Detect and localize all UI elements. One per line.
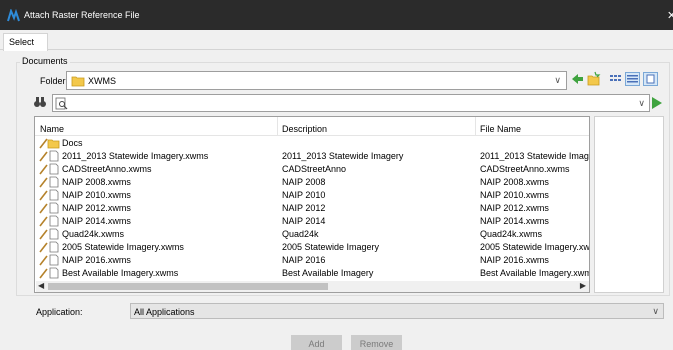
horizontal-scrollbar[interactable]: ◀ ▶ — [36, 281, 589, 292]
documents-group-label: Documents — [20, 56, 70, 66]
item-description: 2005 Statewide Imagery — [282, 242, 380, 252]
item-name: NAIP 2014.xwms — [62, 216, 131, 226]
item-description: Best Available Imagery — [282, 268, 374, 278]
item-file-name: 2005 Statewide Imagery.xwm — [480, 242, 590, 252]
new-folder-icon[interactable] — [586, 71, 601, 87]
application-combobox[interactable]: All Applications ∨ — [130, 303, 664, 319]
column-header-description[interactable]: Description — [282, 124, 327, 134]
tab-select[interactable]: Select — [3, 33, 48, 51]
item-name: Quad24k.xwms — [62, 229, 125, 239]
file-icon — [39, 228, 59, 240]
chevron-down-icon[interactable]: ∨ — [638, 98, 645, 109]
title-bar: Attach Raster Reference File ✕ — [0, 0, 673, 30]
scroll-left-icon[interactable]: ◀ — [38, 281, 44, 290]
file-icon — [39, 189, 59, 201]
item-description: NAIP 2016 — [282, 255, 326, 265]
item-name: Docs — [62, 138, 83, 148]
list-item[interactable]: 2011_2013 Statewide Imagery.xwms 2011_20… — [35, 150, 590, 162]
scrollbar-thumb[interactable] — [48, 283, 328, 290]
column-divider[interactable] — [475, 117, 476, 136]
chevron-down-icon[interactable]: ∨ — [652, 306, 659, 317]
item-file-name: 2011_2013 Statewide Imagery — [480, 151, 590, 161]
item-file-name: NAIP 2008.xwms — [480, 177, 549, 187]
item-file-name: CADStreetAnno.xwms — [480, 164, 570, 174]
scroll-right-icon[interactable]: ▶ — [580, 281, 586, 290]
search-icon — [55, 97, 68, 110]
folder-combobox[interactable]: XWMS ∨ — [66, 71, 567, 90]
item-description: Quad24k — [282, 229, 319, 239]
folder-icon — [71, 76, 85, 87]
details-view-icon[interactable] — [625, 71, 640, 87]
list-item[interactable]: Best Available Imagery.xwms Best Availab… — [35, 267, 590, 279]
column-header-name[interactable]: Name — [40, 124, 64, 134]
file-icon — [39, 254, 59, 266]
item-file-name: NAIP 2014.xwms — [480, 216, 549, 226]
preview-icon[interactable] — [643, 71, 658, 87]
file-icon — [39, 150, 59, 162]
file-icon — [39, 176, 59, 188]
item-name: Best Available Imagery.xwms — [62, 268, 179, 278]
add-button[interactable]: Add — [291, 335, 342, 350]
folder-value: XWMS — [88, 76, 116, 86]
item-file-name: Best Available Imagery.xwms — [480, 268, 590, 278]
item-file-name: NAIP 2012.xwms — [480, 203, 549, 213]
file-icon — [39, 267, 59, 279]
search-combobox[interactable]: ∨ — [52, 94, 650, 112]
folder-icon — [39, 138, 60, 149]
tab-strip: Select — [0, 30, 673, 51]
item-name: NAIP 2016.xwms — [62, 255, 131, 265]
item-description: NAIP 2014 — [282, 216, 326, 226]
list-item[interactable]: NAIP 2016.xwms NAIP 2016 NAIP 2016.xwms — [35, 254, 589, 266]
application-value: All Applications — [134, 307, 195, 317]
list-item[interactable]: NAIP 2012.xwms NAIP 2012 NAIP 2012.xwms — [35, 202, 589, 214]
app-icon — [7, 9, 20, 22]
list-item[interactable]: Docs — [35, 137, 589, 149]
remove-button[interactable]: Remove — [351, 335, 402, 350]
list-item[interactable]: NAIP 2014.xwms NAIP 2014 NAIP 2014.xwms — [35, 215, 589, 227]
item-name: 2011_2013 Statewide Imagery.xwms — [62, 151, 209, 161]
list-item[interactable]: NAIP 2008.xwms NAIP 2008 NAIP 2008.xwms — [35, 176, 589, 188]
item-description: NAIP 2010 — [282, 190, 326, 200]
application-label: Application: — [36, 307, 83, 317]
file-icon — [39, 202, 59, 214]
item-file-name: NAIP 2010.xwms — [480, 190, 549, 200]
item-name: NAIP 2008.xwms — [62, 177, 131, 187]
list-item[interactable]: 2005 Statewide Imagery.xwms 2005 Statewi… — [35, 241, 590, 253]
list-item[interactable]: Quad24k.xwms Quad24k Quad24k.xwms — [35, 228, 589, 240]
go-back-icon[interactable] — [570, 71, 585, 87]
chevron-down-icon[interactable]: ∨ — [554, 75, 561, 86]
item-name: NAIP 2010.xwms — [62, 190, 131, 200]
binoculars-icon[interactable] — [33, 95, 47, 109]
window-title: Attach Raster Reference File — [24, 10, 140, 20]
folder-label: Folder — [40, 76, 66, 86]
file-icon — [39, 241, 59, 253]
list-item[interactable]: NAIP 2010.xwms NAIP 2010 NAIP 2010.xwms — [35, 189, 589, 201]
list-item[interactable]: CADStreetAnno.xwms CADStreetAnno CADStre… — [35, 163, 589, 175]
item-description: CADStreetAnno — [282, 164, 347, 174]
item-description: NAIP 2008 — [282, 177, 326, 187]
column-divider[interactable] — [277, 117, 278, 136]
list-view-icon[interactable] — [608, 71, 623, 87]
item-description: NAIP 2012 — [282, 203, 326, 213]
item-name: NAIP 2012.xwms — [62, 203, 131, 213]
file-list[interactable]: Name Description File Name Docs 2011_201… — [34, 116, 590, 293]
preview-pane — [594, 116, 664, 293]
item-description: 2011_2013 Statewide Imagery — [282, 151, 404, 161]
item-file-name: NAIP 2016.xwms — [480, 255, 549, 265]
file-list-header: Name Description File Name — [35, 117, 589, 136]
item-name: 2005 Statewide Imagery.xwms — [62, 242, 184, 252]
file-icon — [39, 215, 59, 227]
item-name: CADStreetAnno.xwms — [62, 164, 152, 174]
close-icon[interactable]: ✕ — [667, 9, 673, 21]
run-search-icon[interactable] — [651, 96, 663, 110]
column-header-file-name[interactable]: File Name — [480, 124, 521, 134]
item-file-name: Quad24k.xwms — [480, 229, 543, 239]
file-icon — [39, 163, 59, 175]
